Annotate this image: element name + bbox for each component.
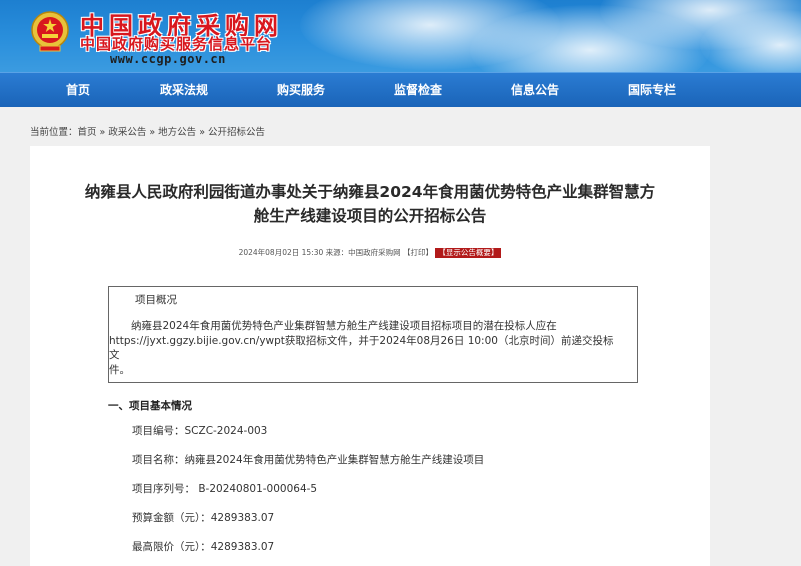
nav-item-purchase-services[interactable]: 购买服务 [277,73,325,107]
overview-line: https://jyxt.ggzy.bijie.gov.cn/ywpt获取招标文… [109,334,614,362]
breadcrumb-home[interactable]: 首页 [78,127,97,138]
breadcrumb-separator: » [199,127,205,138]
site-url: www.ccgp.gov.cn [110,52,226,66]
project-number: 项目编号：SCZC-2024-003 [132,425,268,437]
nav-item-home[interactable]: 首页 [66,73,90,107]
show-summary-button[interactable]: 【显示公告概要】 [435,248,502,258]
breadcrumb-local-notices[interactable]: 地方公告 [158,127,196,138]
header-banner: 中国政府采购网 中国政府购买服务信息平台 www.ccgp.gov.cn [0,0,801,72]
nav-item-international[interactable]: 国际专栏 [628,73,676,107]
project-serial-number: 项目序列号： B-20240801-000064-5 [132,483,318,495]
print-link[interactable]: 【打印】 [403,248,433,257]
article-panel: 纳雍县人民政府利园街道办事处关于纳雍县2024年食用菌优势特色产业集群智慧方 舱… [30,146,710,566]
article-title-line-2: 舱生产线建设项目的公开招标公告 [253,207,487,225]
national-emblem-icon [31,11,69,52]
article-date-source: 2024年08月02日 15:30 来源：中国政府采购网 [238,248,401,257]
nav-item-regulations[interactable]: 政采法规 [160,73,208,107]
site-subtitle: 中国政府购买服务信息平台 [80,35,273,53]
max-price: 最高限价（元）：4289383.07 [132,541,275,553]
project-name: 项目名称：纳雍县2024年食用菌优势特色产业集群智慧方舱生产线建设项目 [132,454,485,466]
breadcrumb-procurement-notices[interactable]: 政采公告 [108,127,146,138]
article-meta: 2024年08月02日 15:30 来源：中国政府采购网 【打印】 【显示公告概… [30,247,710,258]
nav-item-announcements[interactable]: 信息公告 [511,73,559,107]
overview-line: 纳雍县2024年食用菌优势特色产业集群智慧方舱生产线建设项目招标项目的潜在投标人… [131,320,557,332]
main-nav: 首页 政采法规 购买服务 监督检查 信息公告 国际专栏 [0,72,801,107]
budget-amount: 预算金额（元）：4289383.07 [132,512,275,524]
nav-item-supervision[interactable]: 监督检查 [394,73,442,107]
section-heading: 一、项目基本情况 [108,400,192,412]
overview-line: 件。 [109,363,130,376]
article-title-line-1: 纳雍县人民政府利园街道办事处关于纳雍县2024年食用菌优势特色产业集群智慧方 [84,183,656,201]
breadcrumb-separator: » [149,127,156,138]
breadcrumb-separator: » [99,127,106,138]
overview-body: 纳雍县2024年食用菌优势特色产业集群智慧方舱生产线建设项目招标项目的潜在投标人… [109,319,619,377]
article-title: 纳雍县人民政府利园街道办事处关于纳雍县2024年食用菌优势特色产业集群智慧方 舱… [42,180,698,228]
breadcrumb: 当前位置：首页» 政采公告» 地方公告» 公开招标公告 [30,124,265,138]
project-overview-box: 项目概况 纳雍县2024年食用菌优势特色产业集群智慧方舱生产线建设项目招标项目的… [108,286,638,383]
breadcrumb-open-tender[interactable]: 公开招标公告 [208,127,265,138]
overview-title: 项目概况 [135,294,177,306]
breadcrumb-prefix: 当前位置： [30,127,78,138]
